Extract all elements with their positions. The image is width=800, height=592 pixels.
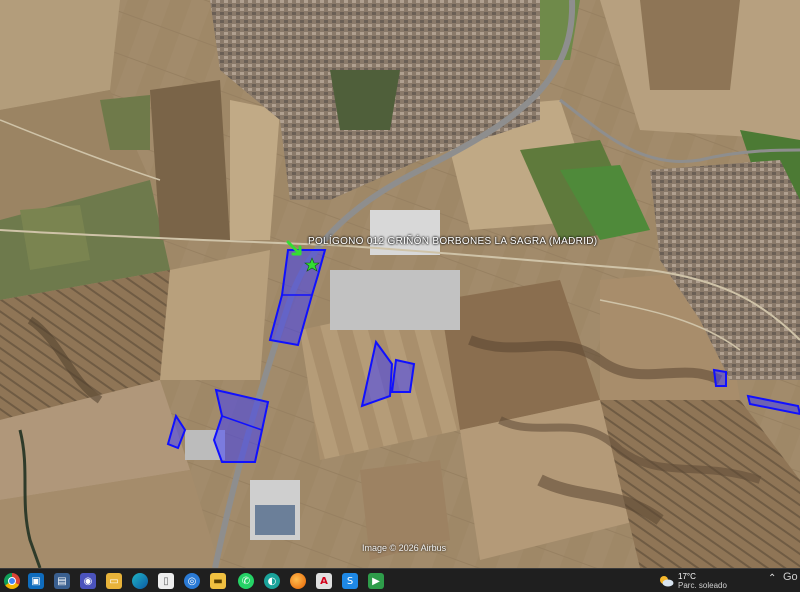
satellite-image[interactable] xyxy=(0,0,800,568)
chrome-icon[interactable] xyxy=(4,573,20,589)
outlook-icon[interactable]: ▣ xyxy=(28,573,44,589)
parcel-5[interactable] xyxy=(390,358,416,393)
weather-temperature: 17°C xyxy=(678,572,696,581)
app-icon[interactable]: ▶ xyxy=(368,573,384,589)
corner-logo-text: Go xyxy=(783,571,798,583)
park-north xyxy=(330,70,400,130)
map-attribution: Image © 2026 Airbus xyxy=(362,543,447,553)
place-label[interactable]: POLÍGONO 012 GRIÑÓN BORBONES LA SAGRA (M… xyxy=(308,236,597,247)
acrobat-icon[interactable]: A xyxy=(316,573,332,589)
explorer-icon[interactable]: ▬ xyxy=(210,573,226,589)
edge-icon[interactable] xyxy=(132,573,148,589)
shop-icon[interactable]: S xyxy=(342,573,358,589)
photos-icon[interactable]: ▤ xyxy=(54,573,70,589)
firefox-icon[interactable] xyxy=(290,573,306,589)
maps-icon[interactable]: ◎ xyxy=(184,573,200,589)
weather-widget[interactable]: 17°C Parc. soleado xyxy=(658,572,758,592)
file-explorer-icon[interactable]: ▭ xyxy=(106,573,122,589)
teams-icon[interactable]: ◉ xyxy=(80,573,96,589)
weather-condition: Parc. soleado xyxy=(678,581,727,590)
partly-sunny-icon xyxy=(660,576,674,587)
whatsapp-icon[interactable]: ✆ xyxy=(238,573,254,589)
satellite-map[interactable]: POLÍGONO 012 GRIÑÓN BORBONES LA SAGRA (M… xyxy=(0,0,800,568)
parcel-6[interactable] xyxy=(712,368,727,387)
file-icon[interactable]: ▯ xyxy=(158,573,174,589)
taskbar: ▣ ▤ ◉ ▭ ▯ ◎ ▬ ✆ ◐ A S ▶ 17°C Parc. solea… xyxy=(0,568,800,592)
chevron-up-icon[interactable]: ⌃ xyxy=(768,573,780,587)
camera-icon[interactable]: ◐ xyxy=(264,573,280,589)
